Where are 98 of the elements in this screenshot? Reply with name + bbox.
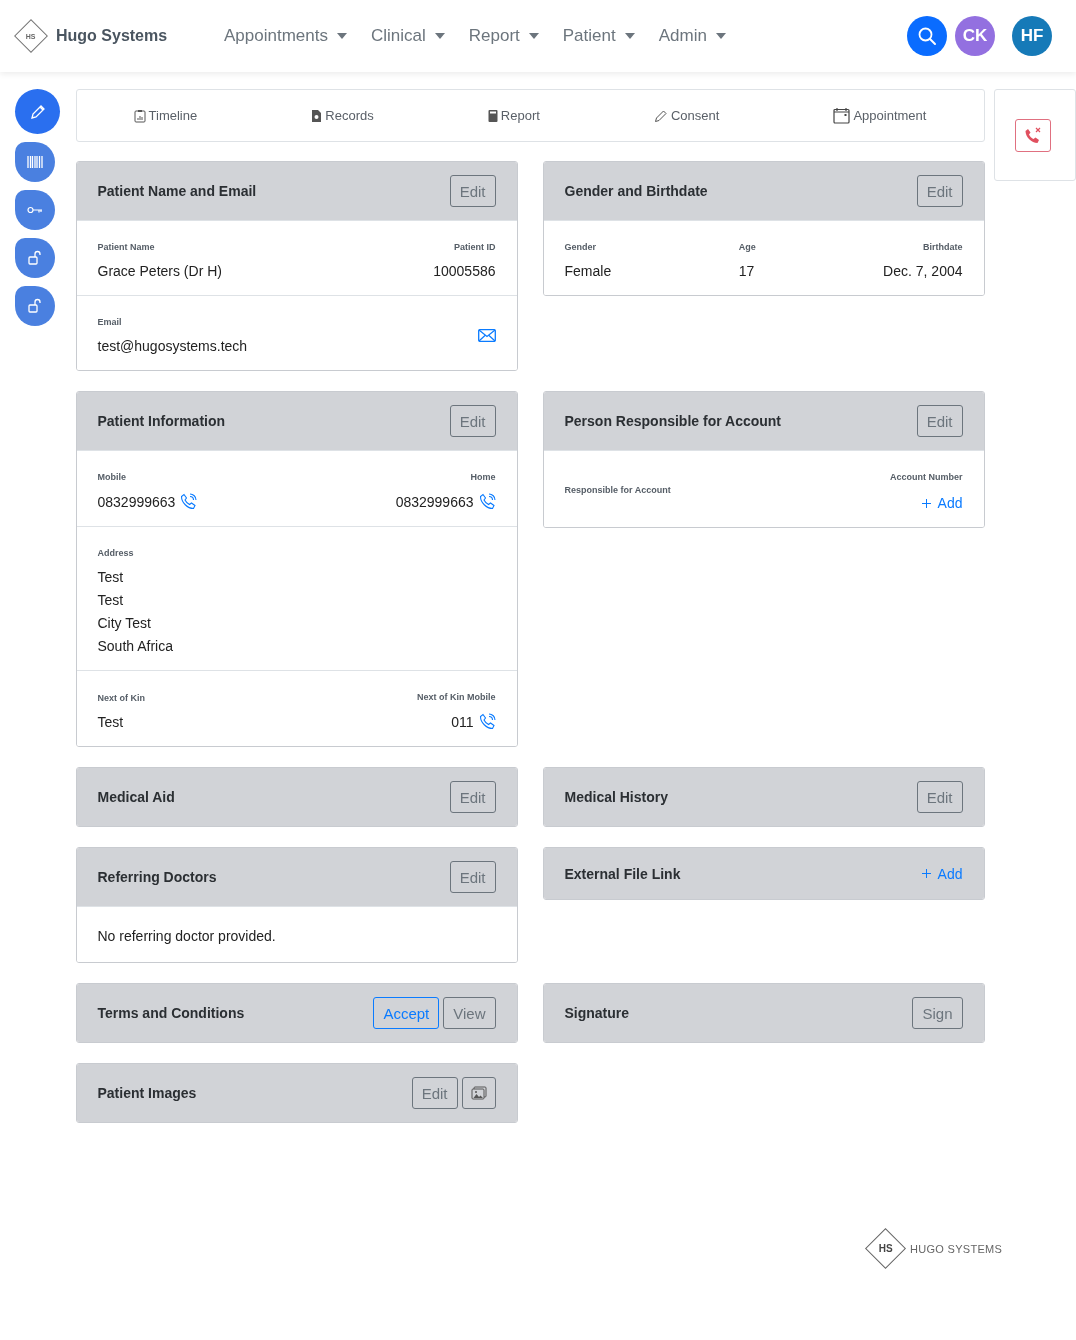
field-value: 0832999663 xyxy=(395,493,474,510)
empty-message: No referring doctor provided. xyxy=(97,928,276,946)
field-label: Next of Kin xyxy=(97,692,145,703)
search-button[interactable] xyxy=(907,16,947,56)
field-value: Grace Peters (Dr H) xyxy=(97,263,222,279)
user-avatar[interactable]: HF xyxy=(1012,16,1052,56)
outline-button[interactable]: View xyxy=(443,997,496,1029)
caret-icon xyxy=(336,33,347,39)
caret-icon xyxy=(528,33,539,39)
add-link[interactable]: Add xyxy=(921,495,963,511)
field-label: Email xyxy=(97,317,123,327)
nav-menu[interactable]: Clinical xyxy=(370,26,445,46)
caret-icon xyxy=(715,33,726,39)
card-title: Medical Aid xyxy=(97,789,175,805)
tab-link[interactable]: Consent xyxy=(653,108,720,123)
field-value: South Africa xyxy=(97,638,173,654)
field-label: Patient ID xyxy=(454,242,496,252)
key-button[interactable] xyxy=(15,190,55,230)
pencil-button[interactable] xyxy=(15,89,60,134)
search-icon xyxy=(917,26,937,46)
phone-off-icon xyxy=(1023,126,1042,144)
plus-icon xyxy=(921,498,931,508)
field-value: Test xyxy=(97,713,124,730)
field-label: Patient Name xyxy=(97,242,156,252)
field-label: Responsible for Account xyxy=(564,484,671,495)
brand-name: HUGO SYSTEMS xyxy=(910,1242,1003,1255)
outline-button[interactable]: Edit xyxy=(916,405,963,437)
outline-button[interactable]: Edit xyxy=(449,405,496,437)
unlock-button[interactable] xyxy=(15,238,55,278)
tab-link[interactable]: Appointment xyxy=(833,107,927,124)
card-title: Patient Name and Email xyxy=(97,183,257,199)
caret-icon xyxy=(624,33,635,39)
card-title: Patient Images xyxy=(97,1085,197,1101)
field-value: Dec. 7, 2004 xyxy=(883,263,963,279)
field-value: Test xyxy=(97,569,124,585)
card-title: Person Responsible for Account xyxy=(564,413,781,429)
unlock-icon xyxy=(28,250,42,266)
field-label: Account Number xyxy=(890,472,963,482)
plus-icon xyxy=(921,869,931,878)
clipboard-icon xyxy=(133,108,146,123)
tab-link[interactable]: Report xyxy=(487,108,540,123)
outline-button[interactable]: Edit xyxy=(411,1077,458,1109)
field-label: Birthdate xyxy=(923,242,963,252)
field-label: Next of Kin Mobile xyxy=(417,692,496,702)
card-title: Gender and Birthdate xyxy=(564,183,708,199)
outline-button[interactable]: Edit xyxy=(916,781,963,813)
card-title: Terms and Conditions xyxy=(97,1005,245,1021)
field-value: Test xyxy=(97,592,124,608)
outline-button[interactable]: Edit xyxy=(449,781,496,813)
field-value: 10005586 xyxy=(433,263,496,279)
outline-button[interactable]: Edit xyxy=(449,861,496,893)
calendar-icon xyxy=(833,107,851,124)
field-value: test@hugosystems.tech xyxy=(97,338,248,354)
pencil-icon xyxy=(653,108,668,123)
field-value: 011 xyxy=(451,713,474,730)
field-value: City Test xyxy=(97,615,151,631)
tab-link[interactable]: Timeline xyxy=(133,108,198,123)
outline-button[interactable]: Sign xyxy=(912,997,963,1029)
gallery-button[interactable] xyxy=(461,1077,496,1109)
accept-button[interactable]: Accept xyxy=(373,997,440,1029)
user-avatar[interactable]: CK xyxy=(955,16,995,56)
card-title: External File Link xyxy=(564,865,681,882)
nav-menu[interactable]: Report xyxy=(468,26,539,46)
nav-menu[interactable]: Admin xyxy=(658,26,726,46)
tab-link[interactable]: Records xyxy=(311,108,374,123)
add-link[interactable]: Add xyxy=(921,865,963,882)
pencil-icon xyxy=(29,103,46,120)
end-call-button[interactable] xyxy=(1014,118,1051,152)
outline-button[interactable]: Edit xyxy=(449,175,496,207)
barcode-button[interactable] xyxy=(15,142,55,182)
phone-icon[interactable] xyxy=(478,713,496,730)
outline-button[interactable]: Edit xyxy=(916,175,963,207)
key-icon xyxy=(27,205,43,215)
card-title: Patient Information xyxy=(97,413,226,429)
image-icon xyxy=(470,1086,487,1100)
card-title: Referring Doctors xyxy=(97,869,217,885)
phone-icon[interactable] xyxy=(478,493,496,510)
card-title: Signature xyxy=(564,1005,630,1021)
field-label: Home xyxy=(470,472,496,482)
unlock-button[interactable] xyxy=(15,286,55,326)
caret-icon xyxy=(434,33,445,39)
field-label: Mobile xyxy=(97,472,127,482)
field-value: 0832999663 xyxy=(97,493,176,510)
field-value: Female xyxy=(564,263,612,279)
nav-menu[interactable]: Appointments xyxy=(224,26,347,46)
field-label: Age xyxy=(738,242,756,252)
brand-name: Hugo Systems xyxy=(56,27,168,45)
barcode-icon xyxy=(27,156,43,168)
field-label: Address xyxy=(97,548,135,558)
field-value: 17 xyxy=(738,263,755,279)
unlock-icon xyxy=(28,298,42,314)
nav-menu[interactable]: Patient xyxy=(562,26,635,46)
calculator-icon xyxy=(487,108,498,123)
phone-icon[interactable] xyxy=(180,493,198,510)
card-title: Medical History xyxy=(564,789,668,805)
field-label: Gender xyxy=(564,242,597,252)
mail-icon[interactable] xyxy=(477,329,496,342)
document-icon xyxy=(311,108,323,123)
